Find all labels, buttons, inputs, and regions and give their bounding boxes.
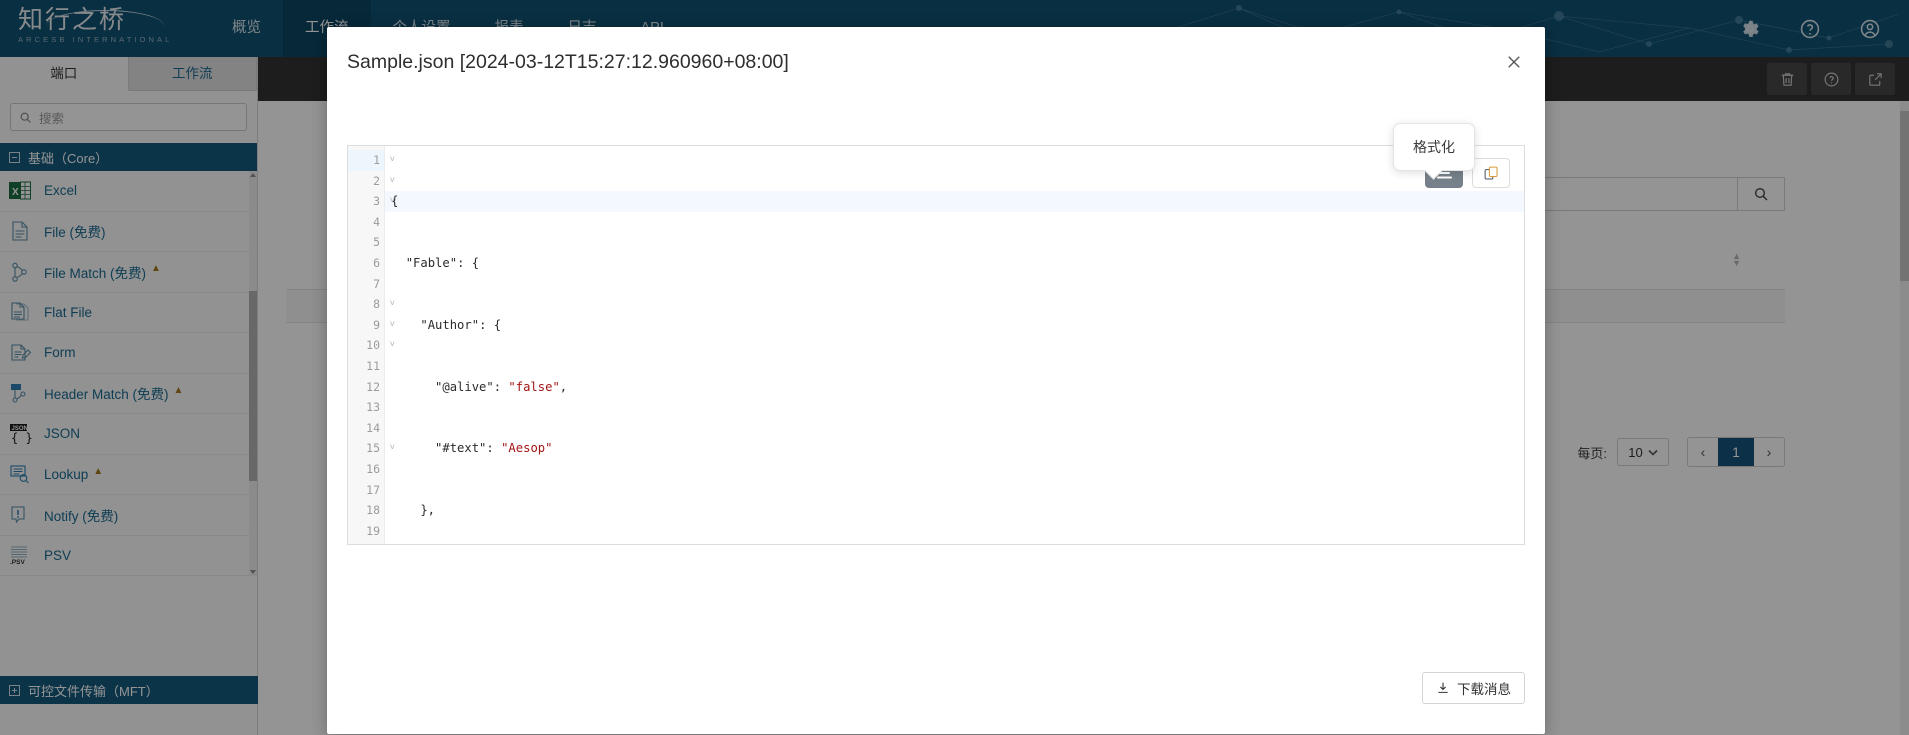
format-tooltip: 格式化: [1393, 123, 1475, 171]
line-number-gutter: 1 ˅ 2 ˅ 3 ˅ 4 5 6 7 8 ˅ 9 ˅ 10 ˅ 11 12 13 14 1…: [348, 146, 395, 544]
line-number: 11: [366, 358, 380, 373]
code-line: {: [385, 191, 1524, 212]
application-window: 知行之桥 ARCESB INTERNATIONAL 概览 工作流 个人设置 报表…: [0, 0, 1909, 735]
download-message-label: 下载消息: [1457, 682, 1511, 697]
line-number: 10 ˅: [366, 338, 395, 353]
json-editor[interactable]: 1 ˅ 2 ˅ 3 ˅ 4 5 6 7 8 ˅ 9 ˅ 10 ˅ 11 12 13 14 1…: [347, 145, 1525, 545]
line-number: 18: [366, 503, 380, 518]
line-number: 8 ˅: [373, 297, 395, 312]
copy-icon: [1484, 166, 1498, 180]
code-line: "Author": {: [420, 317, 502, 332]
code-lines[interactable]: { "Fable": { "Author": { "@alive": "fals…: [385, 146, 1524, 544]
code-line: "Fable": {: [405, 255, 480, 270]
line-number: 12: [366, 379, 380, 394]
fold-icon[interactable]: ˅: [387, 300, 395, 309]
line-number: 5: [373, 235, 380, 250]
modal-footer: 下载消息: [327, 650, 1545, 734]
fold-icon[interactable]: ˅: [387, 197, 395, 206]
fold-icon[interactable]: ˅: [387, 176, 395, 185]
line-number: 2 ˅: [373, 173, 395, 188]
code-line: "@alive": "false",: [435, 379, 568, 394]
download-message-button[interactable]: 下载消息: [1422, 672, 1525, 704]
copy-button[interactable]: [1472, 158, 1510, 188]
fold-icon[interactable]: ˅: [387, 341, 395, 350]
line-number: 1 ˅: [348, 150, 395, 171]
line-number: 20: [348, 541, 384, 544]
line-number: 15 ˅: [366, 441, 395, 456]
fold-icon[interactable]: ˅: [387, 444, 395, 453]
fold-icon[interactable]: ˅: [387, 156, 395, 165]
line-number: 13: [366, 400, 380, 415]
line-number: 17: [366, 482, 380, 497]
download-icon: [1438, 682, 1448, 693]
code-view: 1 ˅ 2 ˅ 3 ˅ 4 5 6 7 8 ˅ 9 ˅ 10 ˅ 11 12 13 14 1…: [348, 146, 1524, 544]
modal-title: Sample.json [2024-03-12T15:27:12.960960+…: [347, 51, 789, 73]
line-number: 7: [373, 276, 380, 291]
fold-icon[interactable]: ˅: [387, 320, 395, 329]
line-number: 9 ˅: [373, 317, 395, 332]
line-number: 4: [373, 214, 380, 229]
modal-header: Sample.json [2024-03-12T15:27:12.960960+…: [327, 27, 1545, 99]
line-number: 19: [366, 523, 380, 538]
line-number: 16: [366, 461, 380, 476]
close-button[interactable]: [1501, 49, 1527, 75]
close-icon: [1508, 56, 1520, 68]
code-line: "#text": "Aesop": [435, 441, 553, 456]
line-number: 3 ˅: [373, 194, 395, 209]
code-line: },: [391, 503, 436, 518]
line-number: 6: [373, 255, 380, 270]
line-number: 14: [366, 420, 380, 435]
message-preview-modal: Sample.json [2024-03-12T15:27:12.960960+…: [327, 27, 1545, 734]
